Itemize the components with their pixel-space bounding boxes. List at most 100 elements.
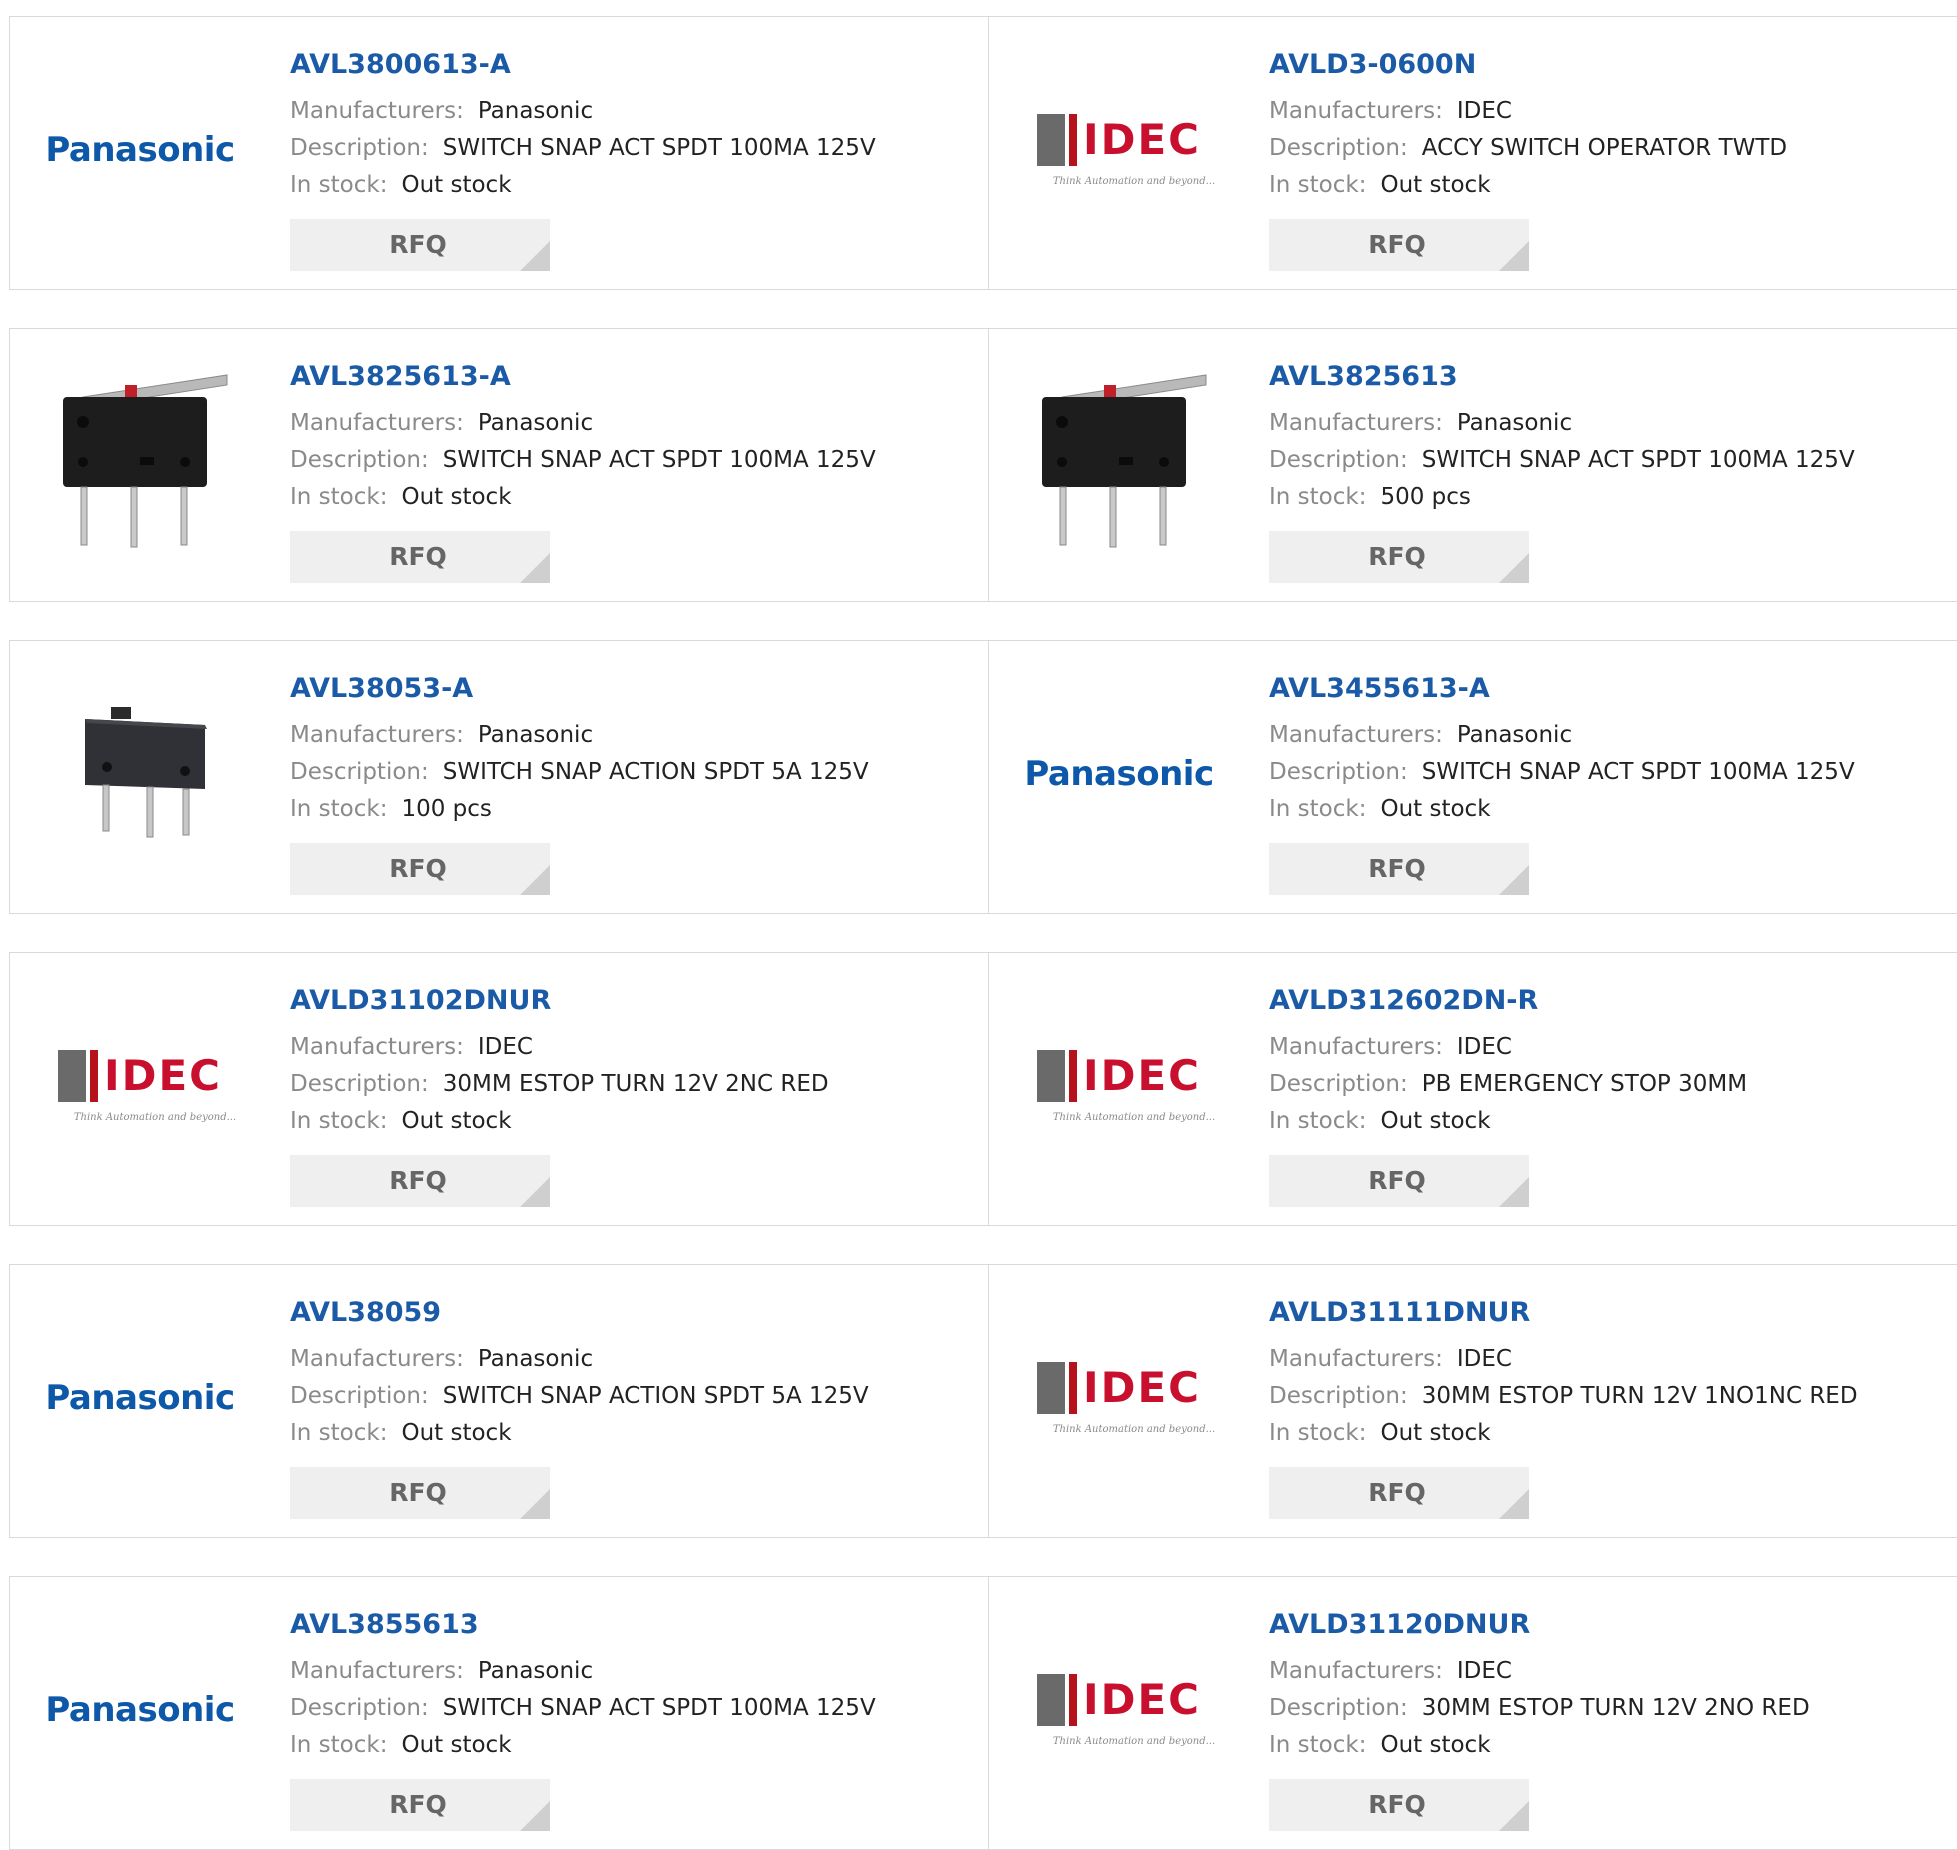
idec-logo-bar (1036, 1049, 1065, 1102)
product-photo (1042, 374, 1207, 548)
stock-row: In stock: 100 pcs (290, 791, 988, 828)
rfq-button[interactable]: RFQ (290, 1779, 550, 1831)
product-image[interactable]: IDEC Think Automation and beyond... (1019, 1635, 1219, 1785)
rfq-button[interactable]: RFQ (1269, 1467, 1529, 1519)
rfq-button[interactable]: RFQ (1269, 1779, 1529, 1831)
idec-tagline: Think Automation and beyond... (1052, 1111, 1216, 1123)
part-number-link[interactable]: AVL3455613-A (1269, 671, 1957, 707)
product-row: IDEC Think Automation and beyond... AVLD… (9, 952, 1957, 1226)
rfq-button[interactable]: RFQ (1269, 843, 1529, 895)
stock-value: Out stock (1380, 1108, 1491, 1134)
product-image[interactable] (40, 374, 240, 548)
part-number-link[interactable]: AVLD312602DN-R (1269, 983, 1957, 1019)
part-number-link[interactable]: AVL38059 (290, 1295, 988, 1331)
stock-row: In stock: Out stock (1269, 1415, 1957, 1452)
description-label: Description: (1269, 1071, 1408, 1097)
product-card: Panasonic AVL38059 Manufacturers: Panason… (10, 1265, 989, 1537)
description-label: Description: (290, 759, 429, 785)
manufacturer-row: Manufacturers: IDEC (290, 1029, 988, 1066)
rfq-label: RFQ (389, 542, 447, 571)
description-row: Description: SWITCH SNAP ACT SPDT 100MA 1… (1269, 754, 1957, 791)
rfq-corner-triangle (520, 1177, 550, 1207)
part-number-link[interactable]: AVLD31102DNUR (290, 983, 988, 1019)
stock-value: Out stock (401, 1420, 512, 1446)
part-number-link[interactable]: AVLD31120DNUR (1269, 1607, 1957, 1643)
rfq-button[interactable]: RFQ (1269, 219, 1529, 271)
rfq-label: RFQ (389, 854, 447, 883)
part-number-link[interactable]: AVLD31111DNUR (1269, 1295, 1957, 1331)
rfq-label: RFQ (1368, 230, 1426, 259)
product-image[interactable]: Panasonic (1019, 699, 1219, 849)
manufacturer-value: Panasonic (1456, 410, 1573, 436)
manufacturer-row: Manufacturers: IDEC (1269, 93, 1957, 130)
manufacturer-value: IDEC (1456, 1034, 1512, 1060)
manufacturer-row: Manufacturers: Panasonic (290, 1341, 988, 1378)
stock-row: In stock: Out stock (1269, 1103, 1957, 1140)
product-photo (63, 374, 228, 548)
description-value: PB EMERGENCY STOP 30MM (1421, 1071, 1748, 1097)
manufacturer-row: Manufacturers: Panasonic (1269, 717, 1957, 754)
manufacturer-value: IDEC (1456, 98, 1512, 124)
rfq-button[interactable]: RFQ (290, 531, 550, 583)
idec-logo-bar (1036, 1361, 1065, 1414)
product-image[interactable]: Panasonic (40, 1635, 240, 1785)
stock-row: In stock: Out stock (1269, 791, 1957, 828)
rfq-button[interactable]: RFQ (290, 1467, 550, 1519)
product-image[interactable]: Panasonic (40, 75, 240, 225)
rfq-button[interactable]: RFQ (290, 843, 550, 895)
product-image[interactable]: IDEC Think Automation and beyond... (1019, 1011, 1219, 1161)
rfq-corner-triangle (1499, 553, 1529, 583)
rfq-button[interactable]: RFQ (290, 219, 550, 271)
rfq-button[interactable]: RFQ (1269, 531, 1529, 583)
manufacturer-value: IDEC (1456, 1658, 1512, 1684)
product-image[interactable]: IDEC Think Automation and beyond... (40, 1011, 240, 1161)
description-label: Description: (290, 1383, 429, 1409)
rfq-button[interactable]: RFQ (1269, 1155, 1529, 1207)
product-row: AVL38053-A Manufacturers: Panasonic Descr… (9, 640, 1957, 914)
description-value: SWITCH SNAP ACT SPDT 100MA 125V (442, 447, 876, 473)
stock-row: In stock: Out stock (290, 1103, 988, 1140)
rfq-corner-triangle (1499, 865, 1529, 895)
description-value: SWITCH SNAP ACT SPDT 100MA 125V (1421, 447, 1855, 473)
description-row: Description: SWITCH SNAP ACT SPDT 100MA 1… (290, 130, 988, 167)
product-image[interactable]: Panasonic (40, 1323, 240, 1473)
description-value: SWITCH SNAP ACT SPDT 100MA 125V (442, 1695, 876, 1721)
part-number-link[interactable]: AVL3825613-A (290, 359, 988, 395)
in-stock-label: In stock: (290, 796, 388, 822)
in-stock-label: In stock: (1269, 1732, 1367, 1758)
description-label: Description: (1269, 447, 1408, 473)
rfq-corner-triangle (1499, 241, 1529, 271)
product-image[interactable] (40, 699, 240, 849)
part-number-link[interactable]: AVL3855613 (290, 1607, 988, 1643)
part-number-link[interactable]: AVL38053-A (290, 671, 988, 707)
stock-value: Out stock (1380, 1732, 1491, 1758)
rfq-corner-triangle (520, 553, 550, 583)
part-number-link[interactable]: AVL3825613 (1269, 359, 1957, 395)
product-photo (85, 707, 207, 838)
stock-value: Out stock (1380, 1420, 1491, 1446)
manufacturer-value: Panasonic (1456, 722, 1573, 748)
rfq-label: RFQ (389, 1166, 447, 1195)
manufacturer-value: Panasonic (477, 722, 594, 748)
product-image[interactable]: IDEC Think Automation and beyond... (1019, 75, 1219, 225)
idec-tagline: Think Automation and beyond... (1052, 1423, 1216, 1435)
description-row: Description: 30MM ESTOP TURN 12V 1NO1NC R… (1269, 1378, 1957, 1415)
product-image[interactable]: IDEC Think Automation and beyond... (1019, 1323, 1219, 1473)
stock-value: Out stock (401, 172, 512, 198)
manufacturers-label: Manufacturers: (1269, 722, 1443, 748)
manufacturers-label: Manufacturers: (290, 722, 464, 748)
rfq-corner-triangle (520, 1489, 550, 1519)
product-image[interactable] (1019, 374, 1219, 548)
part-number-link[interactable]: AVL3800613-A (290, 47, 988, 83)
part-number-link[interactable]: AVLD3-0600N (1269, 47, 1957, 83)
idec-logo-accent (1068, 1361, 1077, 1414)
stock-value: Out stock (401, 1108, 512, 1134)
product-card: Panasonic AVL3800613-A Manufacturers: Pan… (10, 17, 989, 289)
manufacturers-label: Manufacturers: (1269, 1034, 1443, 1060)
in-stock-label: In stock: (1269, 1420, 1367, 1446)
manufacturer-row: Manufacturers: IDEC (1269, 1341, 1957, 1378)
rfq-corner-triangle (1499, 1801, 1529, 1831)
rfq-button[interactable]: RFQ (290, 1155, 550, 1207)
rfq-corner-triangle (520, 241, 550, 271)
description-row: Description: PB EMERGENCY STOP 30MM (1269, 1066, 1957, 1103)
